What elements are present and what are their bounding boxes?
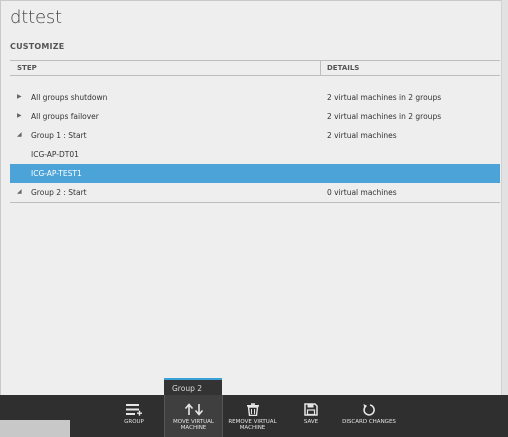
floppy-disk-icon <box>304 403 318 416</box>
trash-icon <box>246 403 259 416</box>
column-header-step[interactable]: STEP <box>17 64 37 72</box>
table-spacer <box>10 76 500 88</box>
discard-changes-button[interactable]: DISCARD CHANGES <box>337 395 401 437</box>
undo-icon <box>363 404 375 416</box>
collapse-arrow-icon[interactable]: ◢ <box>17 188 22 195</box>
up-down-arrows-icon <box>184 403 203 416</box>
expand-arrow-icon[interactable]: ▶ <box>17 93 22 100</box>
recovery-plan-table: STEP DETAILS ▶ All groups shutdown 2 vir… <box>10 60 500 203</box>
section-heading: CUSTOMIZE <box>10 42 65 51</box>
table-row[interactable]: ◢ Group 1 : Start 2 virtual machines <box>10 126 500 145</box>
move-virtual-machine-button[interactable]: MOVE VIRTUAL MACHINE <box>164 395 223 437</box>
row-step: All groups shutdown <box>31 93 108 102</box>
collapse-arrow-icon[interactable]: ◢ <box>17 131 22 138</box>
table-row[interactable]: ▶ All groups failover 2 virtual machines… <box>10 107 500 126</box>
list-add-icon <box>126 404 142 416</box>
vertical-scrollbar[interactable] <box>501 0 508 395</box>
row-step: ICG-AP-TEST1 <box>31 169 82 178</box>
column-divider <box>320 61 321 75</box>
table-row[interactable]: ICG-AP-DT01 <box>10 145 500 164</box>
row-details: 2 virtual machines in 2 groups <box>327 112 442 121</box>
group-button-label: GROUP <box>124 419 144 425</box>
command-bar: GROUP MOVE VIRTUAL MACHINE REMOVE VIRTUA… <box>0 395 508 437</box>
page-title: dttest <box>10 7 62 28</box>
row-details: 0 virtual machines <box>327 188 397 197</box>
row-step: ICG-AP-DT01 <box>31 150 79 159</box>
discard-button-label: DISCARD CHANGES <box>342 419 396 425</box>
table-row-selected[interactable]: ICG-AP-TEST1 <box>10 164 500 183</box>
group-button[interactable]: GROUP <box>114 395 154 437</box>
row-step: All groups failover <box>31 112 99 121</box>
row-step: Group 1 : Start <box>31 131 87 140</box>
expand-arrow-icon[interactable]: ▶ <box>17 112 22 119</box>
table-row[interactable]: ◢ Group 2 : Start 0 virtual machines <box>10 183 500 203</box>
table-header: STEP DETAILS <box>10 60 500 76</box>
table-row[interactable]: ▶ All groups shutdown 2 virtual machines… <box>10 88 500 107</box>
save-button[interactable]: SAVE <box>293 395 329 437</box>
remove-virtual-machine-button[interactable]: REMOVE VIRTUAL MACHINE <box>224 395 281 437</box>
row-step: Group 2 : Start <box>31 188 87 197</box>
row-details: 2 virtual machines <box>327 131 397 140</box>
row-details: 2 virtual machines in 2 groups <box>327 93 442 102</box>
move-label-line2: MACHINE <box>180 425 207 431</box>
save-button-label: SAVE <box>303 419 319 425</box>
remove-label-line2: MACHINE <box>239 425 266 431</box>
column-header-details[interactable]: DETAILS <box>327 64 359 72</box>
flyout-item-group-2[interactable]: Group 2 <box>172 384 202 393</box>
bottom-tab[interactable] <box>0 420 70 437</box>
